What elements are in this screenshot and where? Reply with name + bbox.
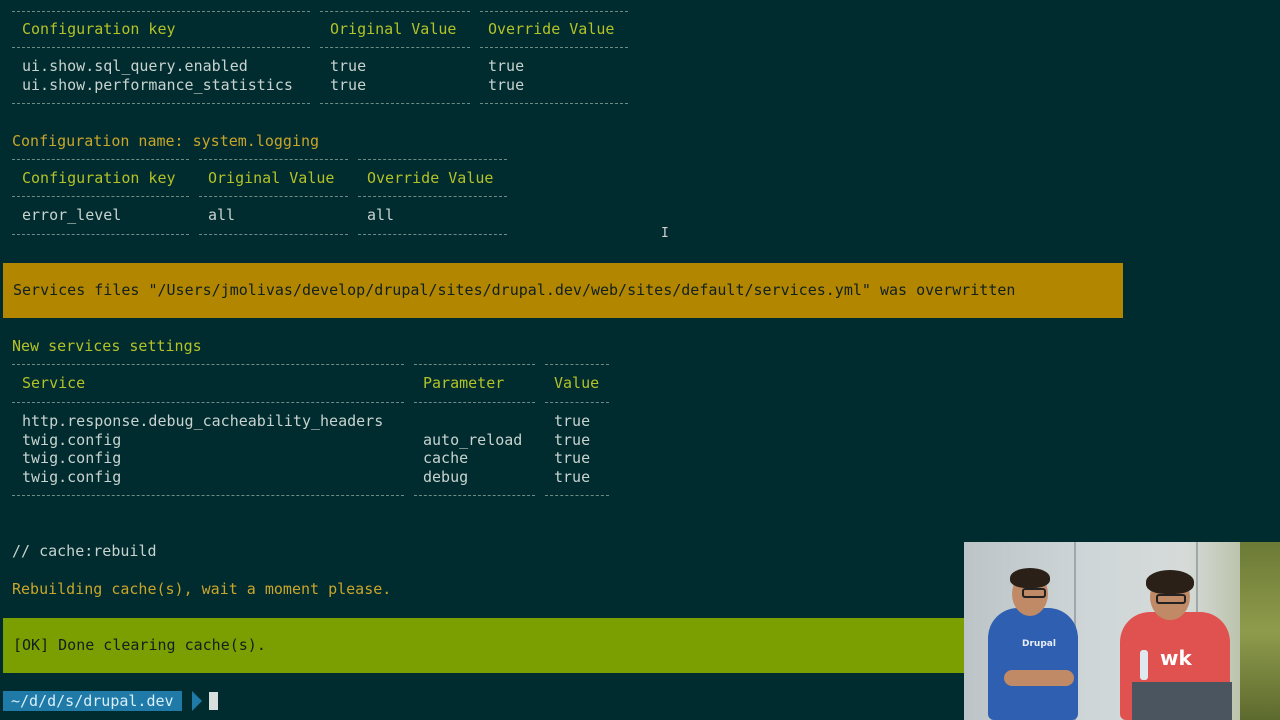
table-rule (199, 159, 348, 160)
table-rule (358, 234, 507, 235)
table-cell: cache (423, 449, 469, 467)
person-right-pants (1132, 682, 1232, 720)
person-right-hair (1146, 570, 1194, 594)
table-cell: error_level (22, 206, 122, 224)
table-rule (320, 103, 470, 104)
table-cell: auto_reload (423, 431, 523, 449)
table-cell: true (554, 449, 591, 467)
table-rule (199, 234, 348, 235)
table-rule (12, 402, 404, 403)
table-cell: true (330, 57, 367, 75)
config-name-label: Configuration name: (12, 132, 184, 150)
table-cell: true (488, 76, 525, 94)
config-name-line: Configuration name: system.logging (12, 132, 319, 151)
table-rule (12, 364, 404, 365)
prompt-arrow-icon (192, 691, 202, 711)
column-header: Configuration key (22, 169, 176, 187)
prompt-path: ~/d/d/s/drupal.dev (3, 691, 182, 711)
glasses-icon (1156, 594, 1186, 604)
table-cell: http.response.debug_cacheability_headers (22, 412, 384, 430)
command-comment: // cache:rebuild (12, 542, 157, 560)
table-cell: ui.show.sql_query.enabled (22, 57, 248, 75)
table-rule (12, 159, 189, 160)
shirt-text: wk (1160, 646, 1192, 670)
table-cell: ui.show.performance_statistics (22, 76, 293, 94)
column-header: Original Value (330, 20, 457, 38)
table-cell: all (367, 206, 395, 224)
column-header: Original Value (208, 169, 335, 187)
table-cell: true (554, 412, 591, 430)
shirt-text: Drupal (1022, 639, 1056, 649)
table-cell: twig.config (22, 449, 122, 467)
table-rule (12, 11, 310, 12)
person-left-hair (1010, 568, 1050, 588)
table-cell: twig.config (22, 468, 122, 486)
table-cell: all (208, 206, 236, 224)
column-header: Override Value (488, 20, 615, 38)
table-rule (320, 11, 470, 12)
table-cell: true (554, 431, 591, 449)
table-cell: twig.config (22, 431, 122, 449)
terminal-cursor[interactable] (209, 692, 218, 710)
column-header: Configuration key (22, 20, 176, 38)
table-rule (12, 234, 189, 235)
rebuild-message: Rebuilding cache(s), wait a moment pleas… (12, 580, 392, 598)
services-title: New services settings (12, 337, 202, 355)
warning-text: Services files "/Users/jmolivas/develop/… (13, 281, 1016, 299)
table-rule (545, 364, 609, 365)
table-rule (545, 402, 609, 403)
column-header: Service (22, 374, 86, 392)
text-cursor-icon: I (661, 226, 669, 241)
person-left-arms (1004, 670, 1074, 686)
table-rule (480, 47, 628, 48)
table-cell: true (488, 57, 525, 75)
table-rule (12, 495, 404, 496)
column-header: Parameter (423, 374, 505, 392)
table-rule (320, 47, 470, 48)
table-cell: true (330, 76, 367, 94)
column-header: Value (554, 374, 600, 392)
warning-banner: Services files "/Users/jmolivas/develop/… (3, 263, 1123, 318)
glasses-icon (1022, 588, 1046, 598)
table-rule (199, 196, 348, 197)
table-rule (480, 11, 628, 12)
plant (1240, 542, 1280, 720)
table-rule (12, 196, 189, 197)
table-rule (358, 159, 507, 160)
table-cell: true (554, 468, 591, 486)
table-cell: debug (423, 468, 469, 486)
success-banner: [OK] Done clearing cache(s). (3, 618, 965, 673)
table-rule (12, 47, 310, 48)
webcam-overlay: Drupal wk (964, 542, 1280, 720)
water-bottle (1140, 650, 1148, 680)
success-text: [OK] Done clearing cache(s). (13, 636, 266, 654)
table-rule (414, 364, 535, 365)
table-rule (358, 196, 507, 197)
table-rule (414, 495, 535, 496)
person-left-shirt (988, 608, 1078, 720)
config-name-value: system.logging (192, 132, 320, 150)
table-rule (480, 103, 628, 104)
table-rule (545, 495, 609, 496)
table-rule (12, 103, 310, 104)
table-rule (414, 402, 535, 403)
column-header: Override Value (367, 169, 494, 187)
